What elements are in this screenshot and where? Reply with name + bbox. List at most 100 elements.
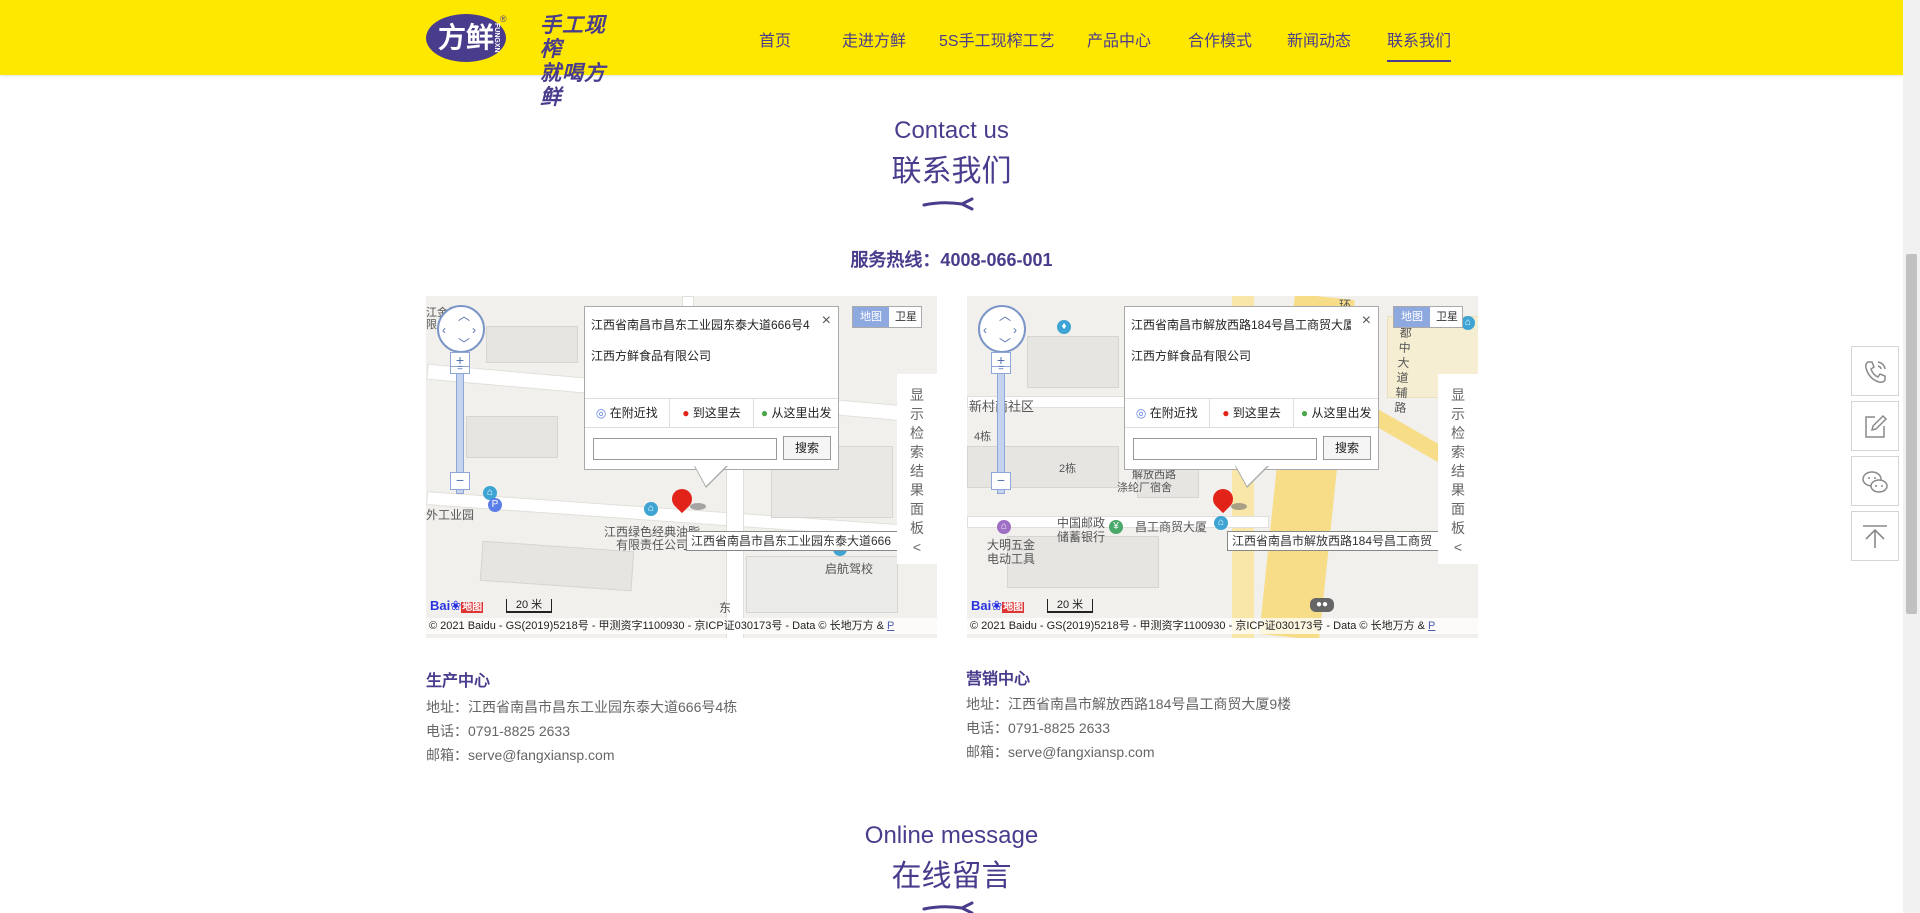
route-from-button[interactable]: ● 从这里出发 <box>1294 399 1378 427</box>
title-divider-icon <box>922 197 974 211</box>
map-label: 东 <box>719 601 732 615</box>
chevron-left-icon: < <box>912 539 922 555</box>
map-building <box>1027 336 1119 388</box>
registered-mark: ® <box>500 14 507 24</box>
nav-cooperation[interactable]: 合作模式 <box>1188 27 1252 51</box>
message-button[interactable] <box>1851 401 1899 451</box>
map-label: 涤纶厂宿舍 <box>1117 482 1172 494</box>
copyright-link[interactable]: P <box>1428 620 1435 632</box>
map-copyright: © 2021 Baidu - GS(2019)5218号 - 甲测资字11009… <box>426 618 937 634</box>
paw-icon: ❀ <box>450 598 462 613</box>
copyright-link[interactable]: P <box>887 620 894 632</box>
pan-up-icon[interactable]: ︿ <box>458 310 470 322</box>
baidu-map-logo[interactable]: Bai❀地图 <box>971 598 1025 616</box>
poi-icon[interactable]: ⌂ <box>1461 316 1475 330</box>
info-search-button[interactable]: 搜索 <box>783 436 831 460</box>
pan-right-icon[interactable]: › <box>472 324 476 336</box>
search-results-panel-toggle[interactable]: 显示检索结果面板 < <box>1438 374 1478 564</box>
page: 方鲜 FUNGXN ® 手工现榨 就喝方鲜 首页 走进方鲜 5S手工现榨工艺 产… <box>0 0 1903 913</box>
info-window-tail <box>695 466 726 486</box>
zoom-handle[interactable]: = <box>991 364 1011 374</box>
close-icon[interactable]: × <box>1362 312 1371 330</box>
chevron-left-icon: < <box>1453 539 1463 555</box>
search-nearby-button[interactable]: ◎ 在附近找 <box>1125 399 1210 427</box>
map-type-satellite[interactable]: 卫星 <box>891 307 921 327</box>
map-building <box>486 326 578 363</box>
map-label: 启航驾校 <box>825 562 874 576</box>
contact-title-cn: 联系我们 <box>891 155 1012 188</box>
production-center-title: 生产中心 <box>426 673 491 690</box>
marketing-center-address: 地址：江西省南昌市解放西路184号昌工商贸大厦9楼 <box>966 696 1292 712</box>
baidu-map-logo[interactable]: Bai❀地图 <box>430 598 484 616</box>
marketing-center-email: 邮箱：serve@fangxiansp.com <box>966 744 1155 760</box>
map-scale: 20 米 <box>1047 599 1093 613</box>
info-company: 江西方鲜食品有限公司 <box>591 349 712 363</box>
zoom-out-button[interactable]: − <box>450 472 470 490</box>
pan-up-icon[interactable]: ︿ <box>999 310 1011 322</box>
search-icon: ◎ <box>595 406 610 420</box>
info-search-button[interactable]: 搜索 <box>1323 436 1371 460</box>
poi-icon[interactable]: ⌂ <box>1214 516 1228 530</box>
message-title-cn: 在线留言 <box>891 860 1012 893</box>
map-copyright: © 2021 Baidu - GS(2019)5218号 - 甲测资字11009… <box>967 618 1478 634</box>
nav-home[interactable]: 首页 <box>759 27 791 51</box>
info-actions: ◎ 在附近找 ● 到这里去 ● 从这里出发 <box>585 398 838 428</box>
map-type-map[interactable]: 地图 <box>853 307 889 327</box>
nav-about[interactable]: 走进方鲜 <box>842 27 906 51</box>
pan-right-icon[interactable]: › <box>1013 324 1017 336</box>
route-to-button[interactable]: ● 到这里去 <box>670 399 755 427</box>
map-pan-control[interactable]: ︿ ‹ › ﹀ <box>437 305 485 353</box>
service-hotline: 服务热线：4008-066-001 <box>850 250 1053 270</box>
route-to-button[interactable]: ● 到这里去 <box>1210 399 1295 427</box>
info-search-input[interactable] <box>593 438 777 460</box>
map-type-switch: 地图 卫星 <box>852 306 922 328</box>
info-title: 江西省南昌市解放西路184号昌工商贸大厦 <box>1131 318 1351 332</box>
map-type-satellite[interactable]: 卫星 <box>1432 307 1462 327</box>
parking-icon[interactable]: P <box>488 498 502 512</box>
restroom-icon[interactable]: ♦ <box>1057 320 1071 334</box>
map-label: 有限责任公司 <box>616 538 689 552</box>
map-marketing-center[interactable]: 新村南社区 4栋 2栋 解放西路 涤纶厂宿舍 中国邮政 储蓄银行 昌工商贸大厦 … <box>967 296 1478 638</box>
zoom-out-button[interactable]: − <box>991 472 1011 490</box>
zoom-handle[interactable]: = <box>450 364 470 374</box>
map-production-center[interactable]: 江金维 限公 外工业园 江西绿色经典油脂 有限责任公司 启航驾校 东 ⌂ P ⌂… <box>426 296 937 638</box>
nav-contact[interactable]: 联系我们 <box>1387 27 1452 62</box>
poi-icon[interactable]: ⌂ <box>644 502 658 516</box>
slogan-line-1: 手工现榨 <box>540 12 606 61</box>
route-from-button[interactable]: ● 从这里出发 <box>754 399 838 427</box>
wechat-button[interactable] <box>1851 456 1899 506</box>
map-type-switch: 地图 卫星 <box>1393 306 1463 328</box>
back-to-top-button[interactable] <box>1851 511 1899 561</box>
scrollbar-thumb[interactable] <box>1906 254 1917 614</box>
search-nearby-button[interactable]: ◎ 在附近找 <box>585 399 670 427</box>
pin-red-icon: ● <box>1222 406 1233 420</box>
close-icon[interactable]: × <box>822 312 831 330</box>
marker-shadow <box>690 503 706 510</box>
marker-label[interactable]: 江西省南昌市解放西路184号昌工商贸 <box>1227 531 1443 551</box>
map-pan-control[interactable]: ︿ ‹ › ﹀ <box>978 305 1026 353</box>
map-type-map[interactable]: 地图 <box>1394 307 1430 327</box>
pan-left-icon[interactable]: ‹ <box>442 324 446 336</box>
pan-down-icon[interactable]: ﹀ <box>999 338 1011 350</box>
map-label: 储蓄银行 <box>1057 530 1106 544</box>
map-info-window: 江西省南昌市解放西路184号昌工商贸大厦 × 江西方鲜食品有限公司 ◎ 在附近找… <box>1124 306 1379 470</box>
info-search-input[interactable] <box>1133 438 1317 460</box>
wechat-icon <box>1862 471 1888 493</box>
pan-left-icon[interactable]: ‹ <box>983 324 987 336</box>
message-title-en: Online message <box>864 822 1039 849</box>
shop-icon[interactable]: ⌂ <box>997 520 1011 534</box>
traffic-light-icon[interactable]: ●● <box>1310 598 1334 612</box>
brand-logo[interactable]: 方鲜 FUNGXN <box>426 14 506 62</box>
search-results-panel-toggle[interactable]: 显示检索结果面板 < <box>897 374 937 564</box>
nav-products[interactable]: 产品中心 <box>1087 27 1151 51</box>
bank-icon[interactable]: ¥ <box>1109 520 1123 534</box>
pan-down-icon[interactable]: ﹀ <box>458 338 470 350</box>
nav-news[interactable]: 新闻动态 <box>1287 27 1351 51</box>
marker-label[interactable]: 江西省南昌市昌东工业园东泰大道666 <box>686 531 902 551</box>
slogan-line-2: 就喝方鲜 <box>540 60 606 109</box>
phone-button[interactable] <box>1851 346 1899 396</box>
nav-process[interactable]: 5S手工现榨工艺 <box>939 27 1055 51</box>
title-divider-icon <box>922 901 974 913</box>
map-label: 电动工具 <box>987 552 1036 566</box>
info-window-tail <box>1236 466 1267 486</box>
